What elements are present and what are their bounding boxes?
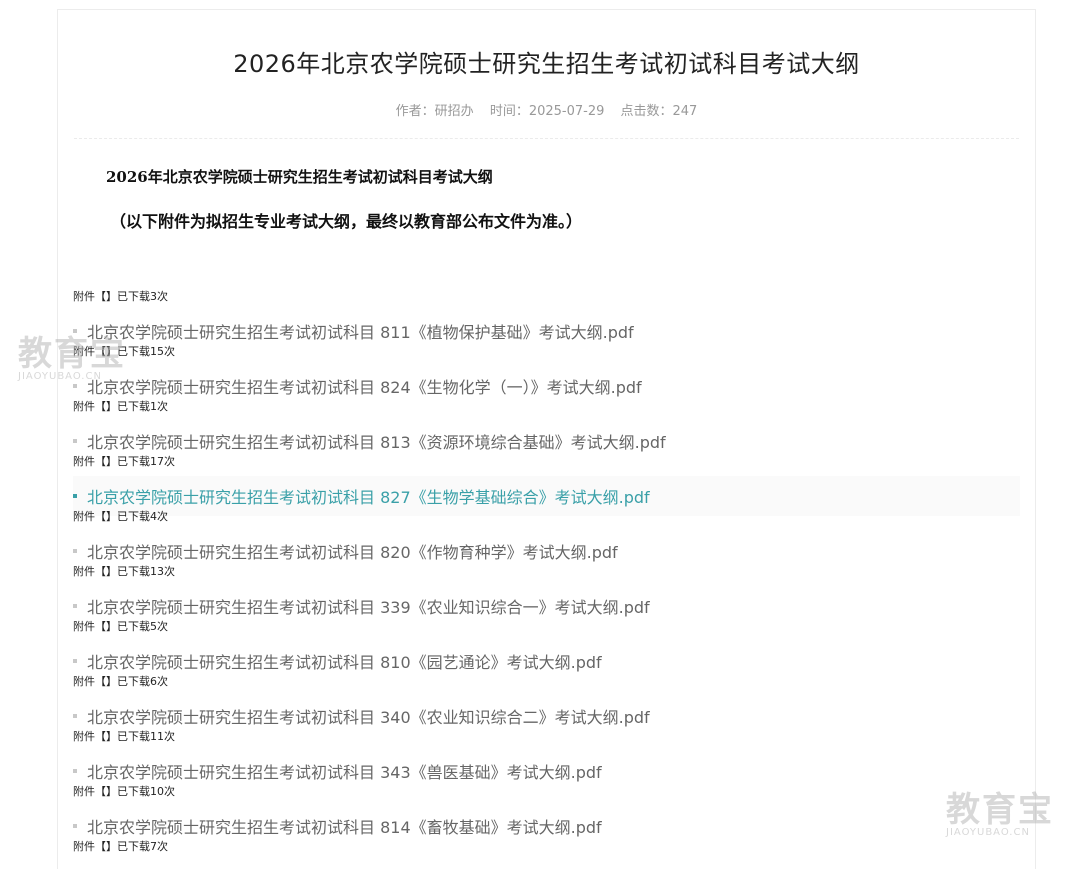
article-card: 2026年北京农学院硕士研究生招生考试初试科目考试大纲 作者：研招办 时间：20… (57, 9, 1036, 869)
attachment-link-text: 北京农学院硕士研究生招生考试初试科目 343《兽医基础》考试大纲.pdf (87, 763, 602, 782)
time-text: 时间：2025-07-29 (489, 104, 605, 119)
attachment-link[interactable]: 北京农学院硕士研究生招生考试初试科目 813《资源环境综合基础》考试大纲.pdf (73, 421, 1020, 461)
click-count-text: 点击数：247 (620, 104, 698, 119)
attachment-link-text: 北京农学院硕士研究生招生考试初试科目 340《农业知识综合二》考试大纲.pdf (87, 708, 650, 727)
bullet-icon (73, 439, 77, 443)
download-count-note: 附件【】已下载7次 (73, 840, 168, 853)
bullet-icon (73, 604, 77, 608)
page-title: 2026年北京农学院硕士研究生招生考试初试科目考试大纲 (233, 50, 860, 78)
download-count-note: 附件【】已下载1次 (73, 400, 168, 413)
article-meta: 作者：研招办 时间：2025-07-29 点击数：247 (58, 100, 1035, 119)
download-count-note: 附件【】已下载4次 (73, 510, 168, 523)
bullet-icon (73, 549, 77, 553)
attachment-link[interactable]: 北京农学院硕士研究生招生考试初试科目 811《植物保护基础》考试大纲.pdf (73, 311, 1020, 351)
attachment-link-text: 北京农学院硕士研究生招生考试初试科目 813《资源环境综合基础》考试大纲.pdf (87, 433, 666, 452)
attachment-link[interactable]: 北京农学院硕士研究生招生考试初试科目 820《作物育种学》考试大纲.pdf (73, 531, 1020, 571)
attachment-link[interactable]: 北京农学院硕士研究生招生考试初试科目 814《畜牧基础》考试大纲.pdf (73, 806, 1020, 846)
divider (74, 138, 1019, 139)
bullet-icon (73, 659, 77, 663)
attachment-link[interactable]: 北京农学院硕士研究生招生考试初试科目 824《生物化学（一）》考试大纲.pdf (73, 366, 1020, 406)
download-count-note: 附件【】已下载11次 (73, 730, 175, 743)
attachment-link-hovered[interactable]: 北京农学院硕士研究生招生考试初试科目 827《生物学基础综合》考试大纲.pdf (73, 476, 1020, 516)
body-heading: 2026年北京农学院硕士研究生招生考试初试科目考试大纲 (106, 168, 493, 186)
attachment-link[interactable]: 北京农学院硕士研究生招生考试初试科目 343《兽医基础》考试大纲.pdf (73, 751, 1020, 791)
attachment-link[interactable]: 北京农学院硕士研究生招生考试初试科目 810《园艺通论》考试大纲.pdf (73, 641, 1020, 681)
bullet-icon (73, 329, 77, 333)
attachment-link-text: 北京农学院硕士研究生招生考试初试科目 811《植物保护基础》考试大纲.pdf (87, 323, 634, 342)
download-count-note: 附件【】已下载6次 (73, 675, 168, 688)
attachment-link-text: 北京农学院硕士研究生招生考试初试科目 339《农业知识综合一》考试大纲.pdf (87, 598, 650, 617)
bullet-icon (73, 494, 77, 498)
download-count-note: 附件【】已下载17次 (73, 455, 175, 468)
bullet-icon (73, 824, 77, 828)
bullet-icon (73, 714, 77, 718)
download-count-note: 附件【】已下载13次 (73, 565, 175, 578)
attachment-link[interactable]: 北京农学院硕士研究生招生考试初试科目 339《农业知识综合一》考试大纲.pdf (73, 586, 1020, 626)
bullet-icon (73, 384, 77, 388)
attachment-link-text: 北京农学院硕士研究生招生考试初试科目 827《生物学基础综合》考试大纲.pdf (87, 488, 650, 507)
download-count-note: 附件【】已下载10次 (73, 785, 175, 798)
attachment-link-text: 北京农学院硕士研究生招生考试初试科目 820《作物育种学》考试大纲.pdf (87, 543, 618, 562)
attachment-link-text: 北京农学院硕士研究生招生考试初试科目 810《园艺通论》考试大纲.pdf (87, 653, 602, 672)
body-subheading: （以下附件为拟招生专业考试大纲，最终以教育部公布文件为准。） (110, 212, 583, 231)
author-text: 作者：研招办 (395, 104, 474, 119)
attachment-link-text: 北京农学院硕士研究生招生考试初试科目 814《畜牧基础》考试大纲.pdf (87, 818, 602, 837)
attachment-link-text: 北京农学院硕士研究生招生考试初试科目 824《生物化学（一）》考试大纲.pdf (87, 378, 642, 397)
download-count-note: 附件【】已下载5次 (73, 620, 168, 633)
download-count-note: 附件【】已下载3次 (73, 290, 168, 303)
download-count-note: 附件【】已下载15次 (73, 345, 175, 358)
bullet-icon (73, 769, 77, 773)
attachment-link[interactable]: 北京农学院硕士研究生招生考试初试科目 340《农业知识综合二》考试大纲.pdf (73, 696, 1020, 736)
